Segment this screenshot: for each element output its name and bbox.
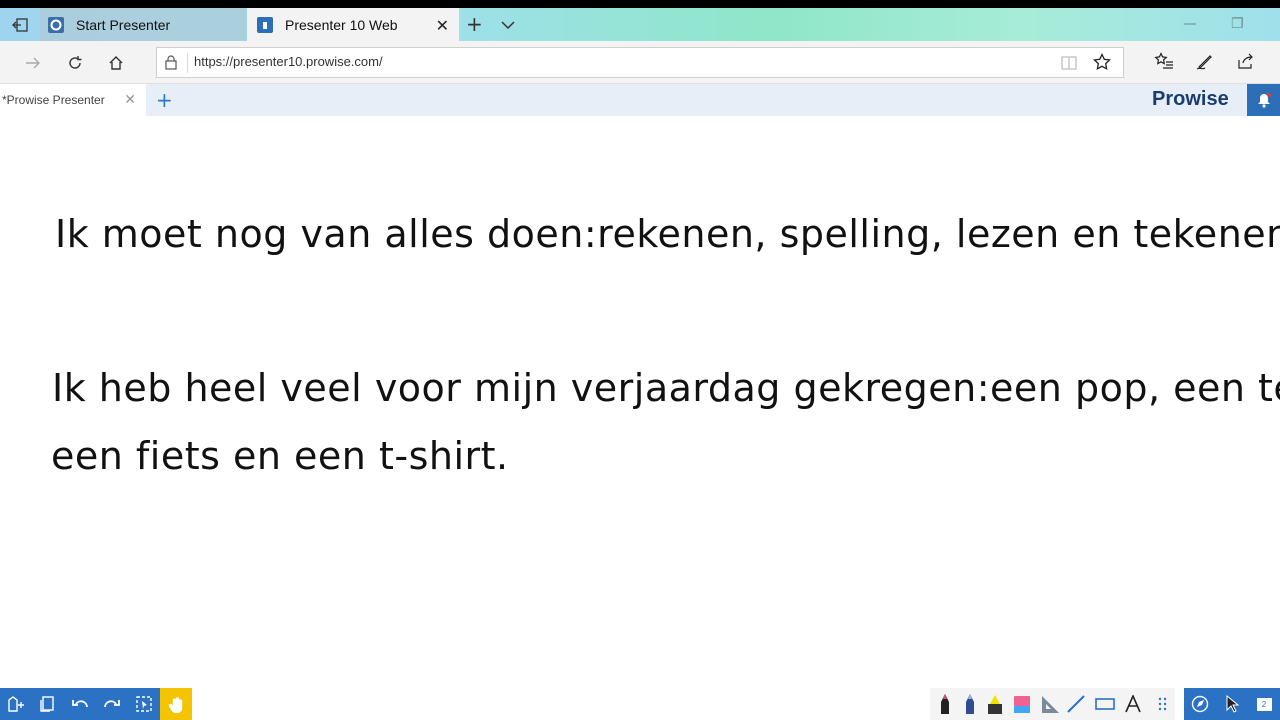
prowise-logo: Prowise [1152, 88, 1229, 110]
prowise-favicon-icon [257, 16, 273, 33]
reading-view-icon[interactable] [1061, 55, 1077, 74]
page-indicator[interactable]: 2 [1248, 688, 1280, 720]
cursor-icon[interactable] [1216, 688, 1248, 720]
browser-tab-presenter-10-web[interactable]: Presenter 10 Web ✕ [247, 8, 459, 41]
drag-handle-icon[interactable] [1150, 690, 1176, 718]
share-icon[interactable] [1237, 52, 1255, 74]
menu-icon[interactable] [0, 688, 32, 720]
eraser-icon[interactable] [1009, 690, 1035, 718]
browser-tab-bar: Start Presenter Presenter 10 Web ✕ + — ❐ [0, 8, 1280, 41]
presenter-favicon-icon [48, 16, 64, 33]
browser-tab-start-presenter[interactable]: Start Presenter [40, 8, 246, 41]
new-tab-icon[interactable]: + [466, 12, 483, 36]
line-tool-icon[interactable] [1063, 690, 1089, 718]
undo-icon[interactable] [64, 688, 96, 720]
presentation-canvas[interactable]: Ik moet nog van alles doen:rekenen, spel… [0, 116, 1280, 688]
close-document-icon[interactable]: ✕ [124, 91, 136, 108]
hand-tool-icon[interactable] [160, 688, 192, 720]
notification-bell-icon[interactable] [1247, 84, 1280, 116]
redo-icon[interactable] [96, 688, 128, 720]
select-icon[interactable] [128, 688, 160, 720]
browser-tab-title: Presenter 10 Web [285, 16, 398, 33]
geometry-tool-icon[interactable] [1036, 690, 1062, 718]
refresh-icon[interactable] [55, 41, 95, 84]
pages-icon[interactable] [32, 688, 64, 720]
favorites-list-icon[interactable] [1154, 52, 1174, 74]
favorite-star-icon[interactable] [1093, 52, 1111, 75]
shape-tool-icon[interactable] [1092, 690, 1118, 718]
right-toolbar: 2 [1184, 688, 1280, 720]
url-text: https://presenter10.prowise.com/ [194, 54, 383, 69]
browser-tab-title: Start Presenter [76, 16, 171, 33]
tab-actions-icon[interactable] [0, 8, 40, 41]
page-number: 2 [1256, 697, 1272, 711]
document-tab-label: *Prowise Presenter [2, 93, 105, 107]
lock-icon [165, 55, 177, 74]
drawing-toolbar [930, 688, 1175, 720]
address-bar: https://presenter10.prowise.com/ [0, 41, 1280, 84]
text-line: een fiets en een t-shirt. [51, 434, 509, 478]
navigator-icon[interactable] [1184, 688, 1216, 720]
restore-icon[interactable]: ❐ [1231, 16, 1244, 32]
bottom-toolbar: 2 [0, 688, 1280, 720]
home-icon[interactable] [96, 41, 136, 84]
add-document-icon[interactable]: + [156, 88, 173, 112]
document-tab[interactable]: *Prowise Presenter ✕ [0, 84, 146, 116]
pencil-icon[interactable] [932, 690, 958, 718]
pen-icon[interactable] [957, 690, 983, 718]
minimize-icon[interactable]: — [1183, 16, 1197, 32]
highlighter-icon[interactable] [982, 690, 1008, 718]
close-tab-icon[interactable]: ✕ [436, 16, 449, 36]
url-separator [187, 53, 188, 73]
chevron-down-icon[interactable] [501, 15, 515, 34]
top-strip [0, 0, 1280, 8]
text-line: Ik heb heel veel voor mijn verjaardag ge… [52, 366, 1280, 410]
url-field[interactable]: https://presenter10.prowise.com/ [156, 47, 1124, 78]
app-tab-bar: *Prowise Presenter ✕ + Prowise [0, 84, 1280, 116]
pen-notes-icon[interactable] [1196, 52, 1214, 74]
left-toolbar [0, 688, 192, 720]
text-line: Ik moet nog van alles doen:rekenen, spel… [55, 212, 1280, 256]
forward-icon[interactable] [13, 41, 53, 84]
text-tool-icon[interactable] [1120, 690, 1146, 718]
